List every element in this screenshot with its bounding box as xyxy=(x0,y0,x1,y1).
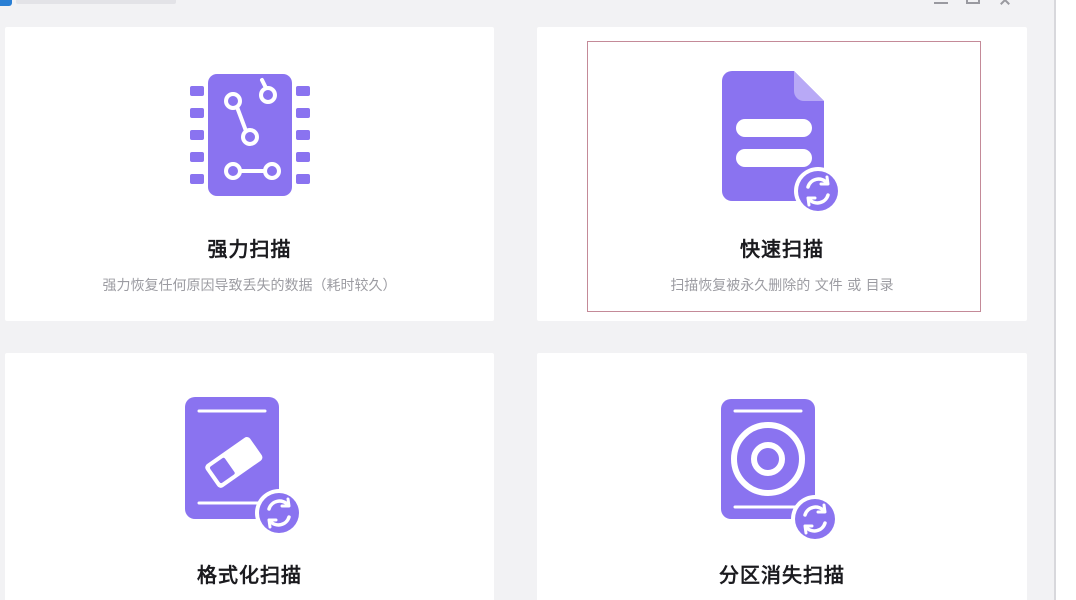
card-description: 强力恢复任何原因导致丢失的数据（耗时较久） xyxy=(102,278,397,294)
scan-mode-card-quick[interactable]: 快速扫描 扫描恢复被永久删除的 文件 或 目录 xyxy=(537,27,1027,321)
scan-mode-card-format[interactable]: 格式化扫描 xyxy=(5,353,494,600)
maximize-button[interactable] xyxy=(966,0,980,4)
card-description: 扫描恢复被永久删除的 文件 或 目录 xyxy=(670,278,894,294)
disk-refresh-icon xyxy=(721,399,839,539)
minimize-button[interactable] xyxy=(934,0,948,4)
document-refresh-icon xyxy=(722,71,842,215)
title-bar xyxy=(0,0,1056,10)
app-logo-icon xyxy=(0,0,12,6)
card-title: 格式化扫描 xyxy=(197,563,302,587)
scan-mode-card-deep[interactable]: 强力扫描 强力恢复任何原因导致丢失的数据（耗时较久） xyxy=(5,27,494,321)
card-title: 强力扫描 xyxy=(207,237,292,261)
close-button[interactable] xyxy=(998,0,1012,4)
window-edge xyxy=(1054,0,1056,600)
chip-icon xyxy=(189,74,310,196)
card-title: 分区消失扫描 xyxy=(719,563,845,587)
eraser-drive-icon xyxy=(184,397,303,537)
app-window: 强力扫描 强力恢复任何原因导致丢失的数据（耗时较久） 快速扫描 扫描恢复被永久删… xyxy=(0,0,1056,600)
scan-mode-card-lost-partition[interactable]: 分区消失扫描 xyxy=(537,353,1027,600)
app-title xyxy=(16,0,176,4)
card-title: 快速扫描 xyxy=(740,237,824,261)
